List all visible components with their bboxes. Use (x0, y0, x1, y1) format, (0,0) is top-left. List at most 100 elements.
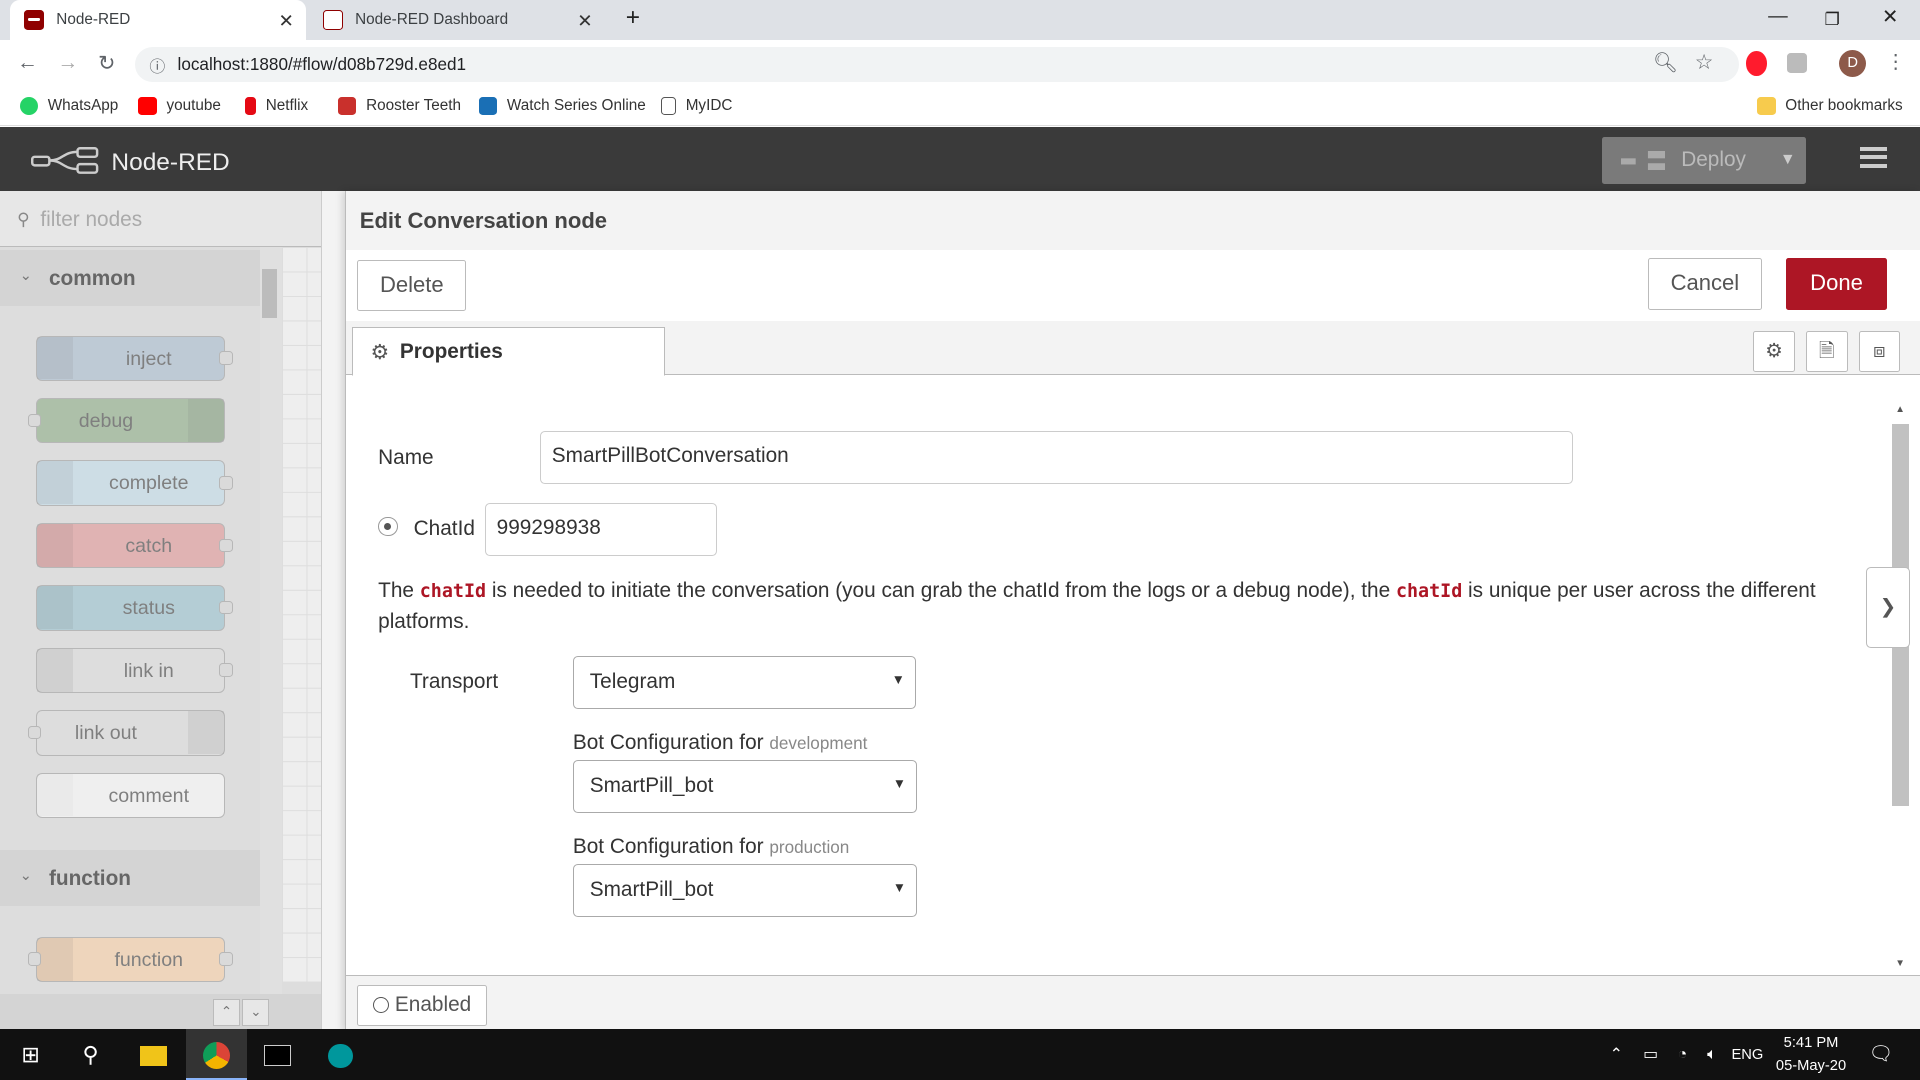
label-text: Bot Configuration for (572, 731, 764, 755)
done-button[interactable]: Done (1786, 258, 1887, 310)
bot-config-prod-select[interactable]: SmartPill_bot ▼ (572, 864, 917, 918)
omnibox[interactable]: ⓘ localhost:1880/#flow/d08b729d.e8ed1 🔍︎… (134, 46, 1739, 83)
notification-icon[interactable]: 🗨︎ (1856, 1029, 1905, 1080)
label-text: Bot Configuration for (572, 835, 764, 859)
tab-properties[interactable]: ⚙ Properties (352, 326, 665, 376)
description-document-icon[interactable]: 🗎 (1805, 330, 1848, 373)
maximize-icon[interactable]: ❐ (1825, 9, 1840, 30)
close-window-icon[interactable]: ✕ (1882, 5, 1898, 29)
bookmark-watch-series[interactable]: Watch Series Online (478, 96, 646, 116)
palette-node-link-in[interactable]: link in (35, 647, 233, 694)
forward-arrow-icon[interactable]: → (58, 51, 79, 75)
workspace-canvas[interactable] (281, 247, 321, 983)
bookmark-rooster-teeth[interactable]: Rooster Teeth (337, 96, 461, 116)
terminal-icon[interactable] (247, 1029, 308, 1080)
opera-extension-icon[interactable] (1746, 51, 1767, 76)
bookmark-myidc[interactable]: MyIDC (661, 96, 732, 116)
bot-config-dev-select[interactable]: SmartPill_bot ▼ (572, 760, 917, 814)
language-indicator[interactable]: ENG (1731, 1047, 1763, 1063)
chatid-radio[interactable] (378, 516, 398, 537)
enabled-toggle-button[interactable]: Enabled (357, 985, 488, 1026)
battery-icon[interactable]: ▭ (1636, 1029, 1665, 1080)
palette-node-comment[interactable]: comment (35, 772, 226, 818)
palette-node-inject[interactable]: inject (35, 335, 233, 381)
reload-icon[interactable]: ↻ (98, 51, 115, 76)
new-tab-plus-icon[interactable]: + (626, 4, 640, 32)
scroll-down-icon[interactable]: ▼ (1895, 958, 1905, 969)
deploy-dropdown-caret-icon[interactable]: ▼ (1769, 137, 1806, 184)
zoom-icon[interactable]: 🔍︎ (1653, 51, 1678, 75)
chrome-menu-icon[interactable]: ⋮ (1886, 50, 1906, 74)
input-port[interactable] (27, 725, 42, 740)
scroll-up-icon[interactable]: ▲ (1895, 404, 1905, 415)
output-port[interactable] (219, 663, 233, 677)
output-port[interactable] (219, 538, 233, 552)
file-explorer-icon[interactable] (122, 1029, 183, 1080)
tab-node-red[interactable]: Node-RED ✕ (9, 0, 307, 41)
palette-node-debug[interactable]: debug (27, 397, 226, 444)
category-function[interactable]: ⌄ function (0, 849, 260, 907)
palette-node-status[interactable]: status (35, 585, 233, 631)
hamburger-menu-icon[interactable] (1860, 146, 1887, 169)
chevron-up-icon[interactable]: ⌃ (1602, 1029, 1631, 1080)
clock-date[interactable]: 05-May-20 (1771, 1058, 1852, 1074)
enabled-label: Enabled (394, 993, 472, 1017)
volume-icon[interactable]: 🔈︎ (1697, 1029, 1726, 1080)
minimize-icon[interactable]: — (1768, 5, 1788, 28)
search-icon[interactable]: ⚲ (60, 1029, 121, 1080)
palette-node-catch[interactable]: catch (35, 522, 233, 569)
output-port[interactable] (219, 476, 233, 490)
expand-all-icon[interactable]: ⌄ (242, 999, 270, 1027)
palette-node-function[interactable]: function (27, 936, 233, 983)
tab-strip: Node-RED ✕ Node-RED Dashboard ✕ + — ❐ ✕ (0, 0, 1920, 41)
input-port[interactable] (27, 952, 42, 966)
filter-nodes-input[interactable]: ⚲ filter nodes (0, 191, 321, 248)
bookmark-whatsapp[interactable]: WhatsApp (19, 96, 118, 116)
close-tab-icon[interactable]: ✕ (577, 10, 592, 32)
profile-avatar[interactable]: D (1839, 50, 1867, 78)
category-common[interactable]: ⌄ common (0, 249, 260, 307)
env-name: development (769, 733, 868, 754)
palette-node-link-out[interactable]: link out (27, 710, 226, 756)
clock-time[interactable]: 5:41 PM (1771, 1035, 1852, 1051)
expand-sidebar-chevron-icon[interactable]: ❯ (1865, 566, 1910, 648)
settings-gear-icon[interactable]: ⚙ (1753, 330, 1795, 373)
bookmark-label: youtube (166, 96, 221, 114)
output-port[interactable] (219, 952, 233, 966)
close-tab-icon[interactable]: ✕ (278, 10, 293, 32)
tab-node-red-dashboard[interactable]: Node-RED Dashboard ✕ (309, 0, 605, 40)
palette-node-complete[interactable]: complete (35, 460, 233, 506)
chrome-icon[interactable] (186, 1028, 248, 1080)
name-label: Name (378, 445, 434, 469)
wifi-icon[interactable]: ◔ (1668, 1029, 1697, 1080)
tab-title: Node-RED (56, 11, 131, 29)
collapse-all-icon[interactable]: ⌃ (213, 999, 240, 1027)
chatid-input[interactable]: 999298938 (484, 503, 718, 556)
arduino-icon[interactable] (310, 1029, 371, 1080)
appearance-frame-icon[interactable]: ⧈ (1858, 330, 1901, 373)
help-code: chatId (1395, 580, 1463, 602)
input-port[interactable] (27, 413, 42, 428)
deploy-button[interactable]: Deploy ▼ (1601, 137, 1807, 184)
name-input[interactable]: SmartPillBotConversation (539, 431, 1574, 484)
delete-button[interactable]: Delete (357, 259, 467, 311)
extension-icon[interactable] (1786, 52, 1808, 74)
tab-label: Properties (399, 340, 503, 364)
output-port[interactable] (219, 351, 233, 365)
back-arrow-icon[interactable]: ← (17, 51, 38, 75)
output-port[interactable] (219, 600, 233, 615)
bookmark-youtube[interactable]: youtube (138, 96, 221, 116)
scrollbar-thumb[interactable] (262, 269, 277, 319)
form-scrollbar[interactable]: ▲ ▼ (1889, 404, 1914, 970)
filter-placeholder: filter nodes (40, 208, 143, 232)
bookmark-netflix[interactable]: Netflix (244, 96, 308, 116)
bookmark-label: Watch Series Online (506, 96, 646, 114)
transport-select[interactable]: Telegram ▼ (572, 656, 916, 709)
info-icon[interactable]: ⓘ (149, 54, 165, 77)
palette-divider[interactable] (320, 191, 346, 1032)
cancel-button[interactable]: Cancel (1647, 258, 1762, 310)
other-bookmarks[interactable]: Other bookmarks (1757, 96, 1903, 116)
palette-scrollbar[interactable] (259, 247, 282, 997)
bookmark-star-icon[interactable]: ☆ (1695, 50, 1714, 75)
windows-start-icon[interactable]: ⊞ (0, 1029, 61, 1080)
